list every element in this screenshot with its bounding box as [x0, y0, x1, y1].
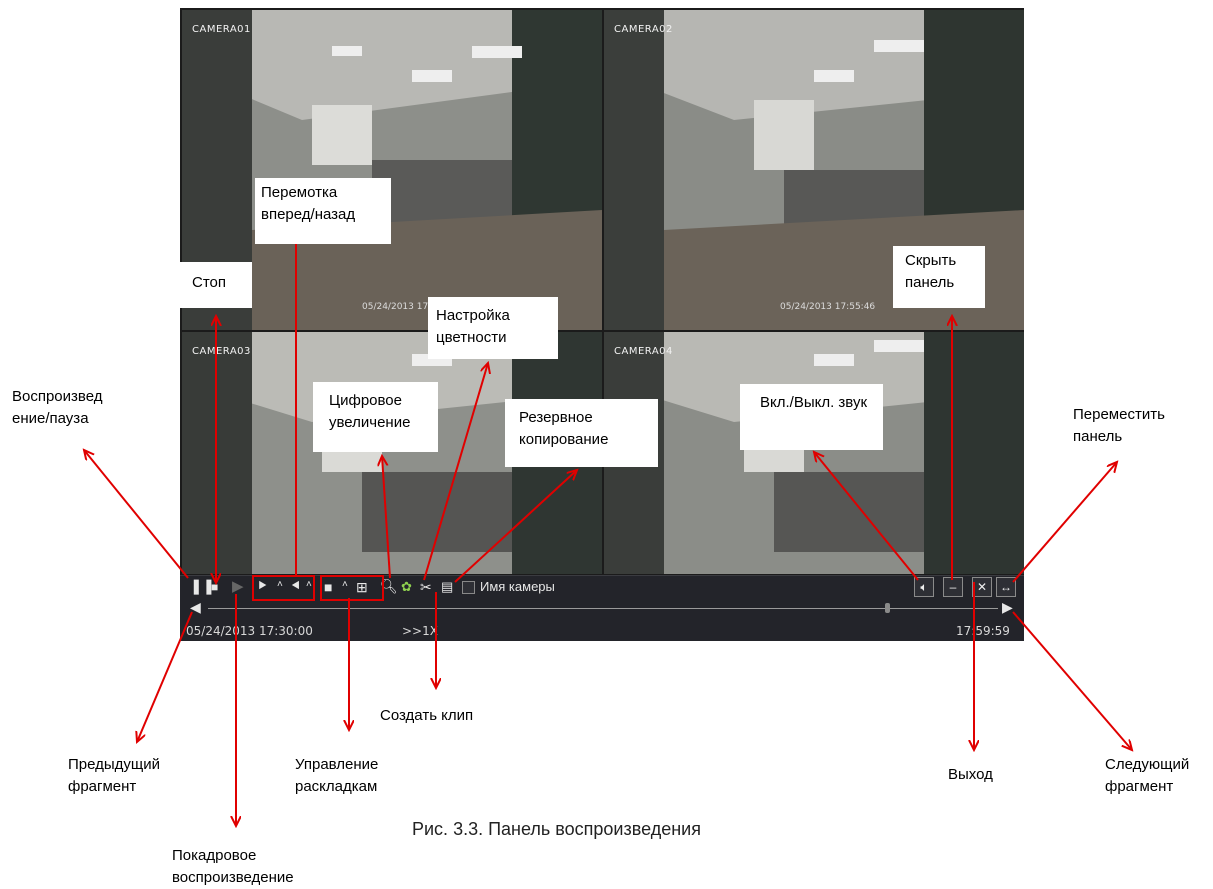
callout-backup: Резервное копирование [505, 399, 658, 467]
callout-create-clip: Создать клип [380, 705, 473, 727]
callout-color: Настройка цветности [428, 297, 558, 359]
callout-text: Выход [948, 766, 993, 783]
arrow-move [1012, 462, 1117, 583]
callout-text: Переместить панель [1073, 406, 1165, 445]
frame-step-button[interactable]: ▶ [232, 578, 244, 596]
callout-text: Стоп [192, 274, 226, 291]
callout-text: Управление раскладкам [295, 756, 379, 795]
video-wall: CAMERA01 05/24/2013 17:55:46 CAMERA02 05… [180, 8, 1024, 640]
callout-layout: Управление раскладкам [295, 754, 405, 798]
move-panel-button[interactable]: ↔ [996, 577, 1016, 597]
stop-button[interactable]: ■ [211, 578, 218, 596]
exit-button[interactable]: ✕ [972, 577, 992, 597]
callout-text: Настройка цветности [436, 307, 510, 346]
camera-label: CAMERA01 [192, 24, 251, 35]
playback-speed: >>1X [402, 624, 438, 638]
callout-exit: Выход [948, 764, 993, 786]
camera-view-image [604, 332, 1024, 574]
callout-text: Резервное копирование [519, 409, 609, 448]
playback-start-time: 05/24/2013 17:30:00 [186, 624, 313, 638]
camera-name-label: Имя камеры [480, 579, 555, 594]
color-settings-icon[interactable]: ✿ [401, 578, 412, 596]
callout-stop: Стоп [180, 262, 252, 308]
clip-scissors-icon[interactable]: ✂ [420, 578, 432, 596]
callout-text: Цифровое увеличение [329, 392, 411, 431]
callout-zoom: Цифровое увеличение [313, 382, 438, 452]
sound-toggle-button[interactable]: 🔈︎ [914, 577, 934, 597]
hide-panel-button[interactable]: – [943, 577, 963, 597]
callout-text: Создать клип [380, 707, 474, 724]
callout-text: Покадровое воспроизведение [172, 847, 294, 886]
figure-caption: Рис. 3.3. Панель воспроизведения [412, 819, 701, 839]
callout-prev-fragment: Предыдущий фрагмент [68, 754, 178, 798]
camera-name-checkbox[interactable] [462, 581, 475, 594]
camera-label: CAMERA03 [192, 346, 251, 357]
camera-label: CAMERA02 [614, 24, 673, 35]
callout-text: Скрыть панель [905, 252, 957, 291]
camera-timestamp: 05/24/2013 17:55:46 [780, 302, 876, 312]
arrow-next [1012, 611, 1132, 750]
backup-icon[interactable]: ▤ [441, 578, 453, 596]
playback-end-time: 17:59:59 [956, 624, 1010, 638]
callout-text: Предыдущий фрагмент [68, 756, 161, 795]
camera-tile-4[interactable]: CAMERA04 [604, 332, 1024, 574]
callout-text: Перемотка вперед/назад [261, 184, 356, 223]
layout-controls-highlight [320, 575, 384, 601]
callout-frame-playback: Покадровое воспроизведение [172, 845, 332, 889]
callout-next-fragment: Следующий фрагмент [1105, 754, 1213, 798]
prev-fragment-button[interactable]: ◀ [190, 598, 201, 616]
callout-rewind: Перемотка вперед/назад [255, 178, 391, 244]
callout-move-panel: Переместить панель [1073, 404, 1193, 448]
camera-label: CAMERA04 [614, 346, 673, 357]
next-fragment-button[interactable]: ▶ [1002, 598, 1013, 616]
callout-text: Воспроизвед ение/пауза [12, 388, 103, 427]
callout-text: Следующий фрагмент [1105, 756, 1190, 795]
timeline-thumb[interactable] [885, 603, 891, 613]
timeline-track[interactable] [208, 603, 998, 613]
speed-controls-highlight [252, 575, 315, 601]
callout-sound: Вкл./Выкл. звук [740, 384, 883, 450]
callout-play-pause: Воспроизвед ение/пауза [12, 386, 107, 430]
arrow-play-pause [84, 450, 189, 579]
callout-hide-panel: Скрыть панель [893, 246, 985, 308]
callout-text: Вкл./Выкл. звук [760, 394, 868, 411]
